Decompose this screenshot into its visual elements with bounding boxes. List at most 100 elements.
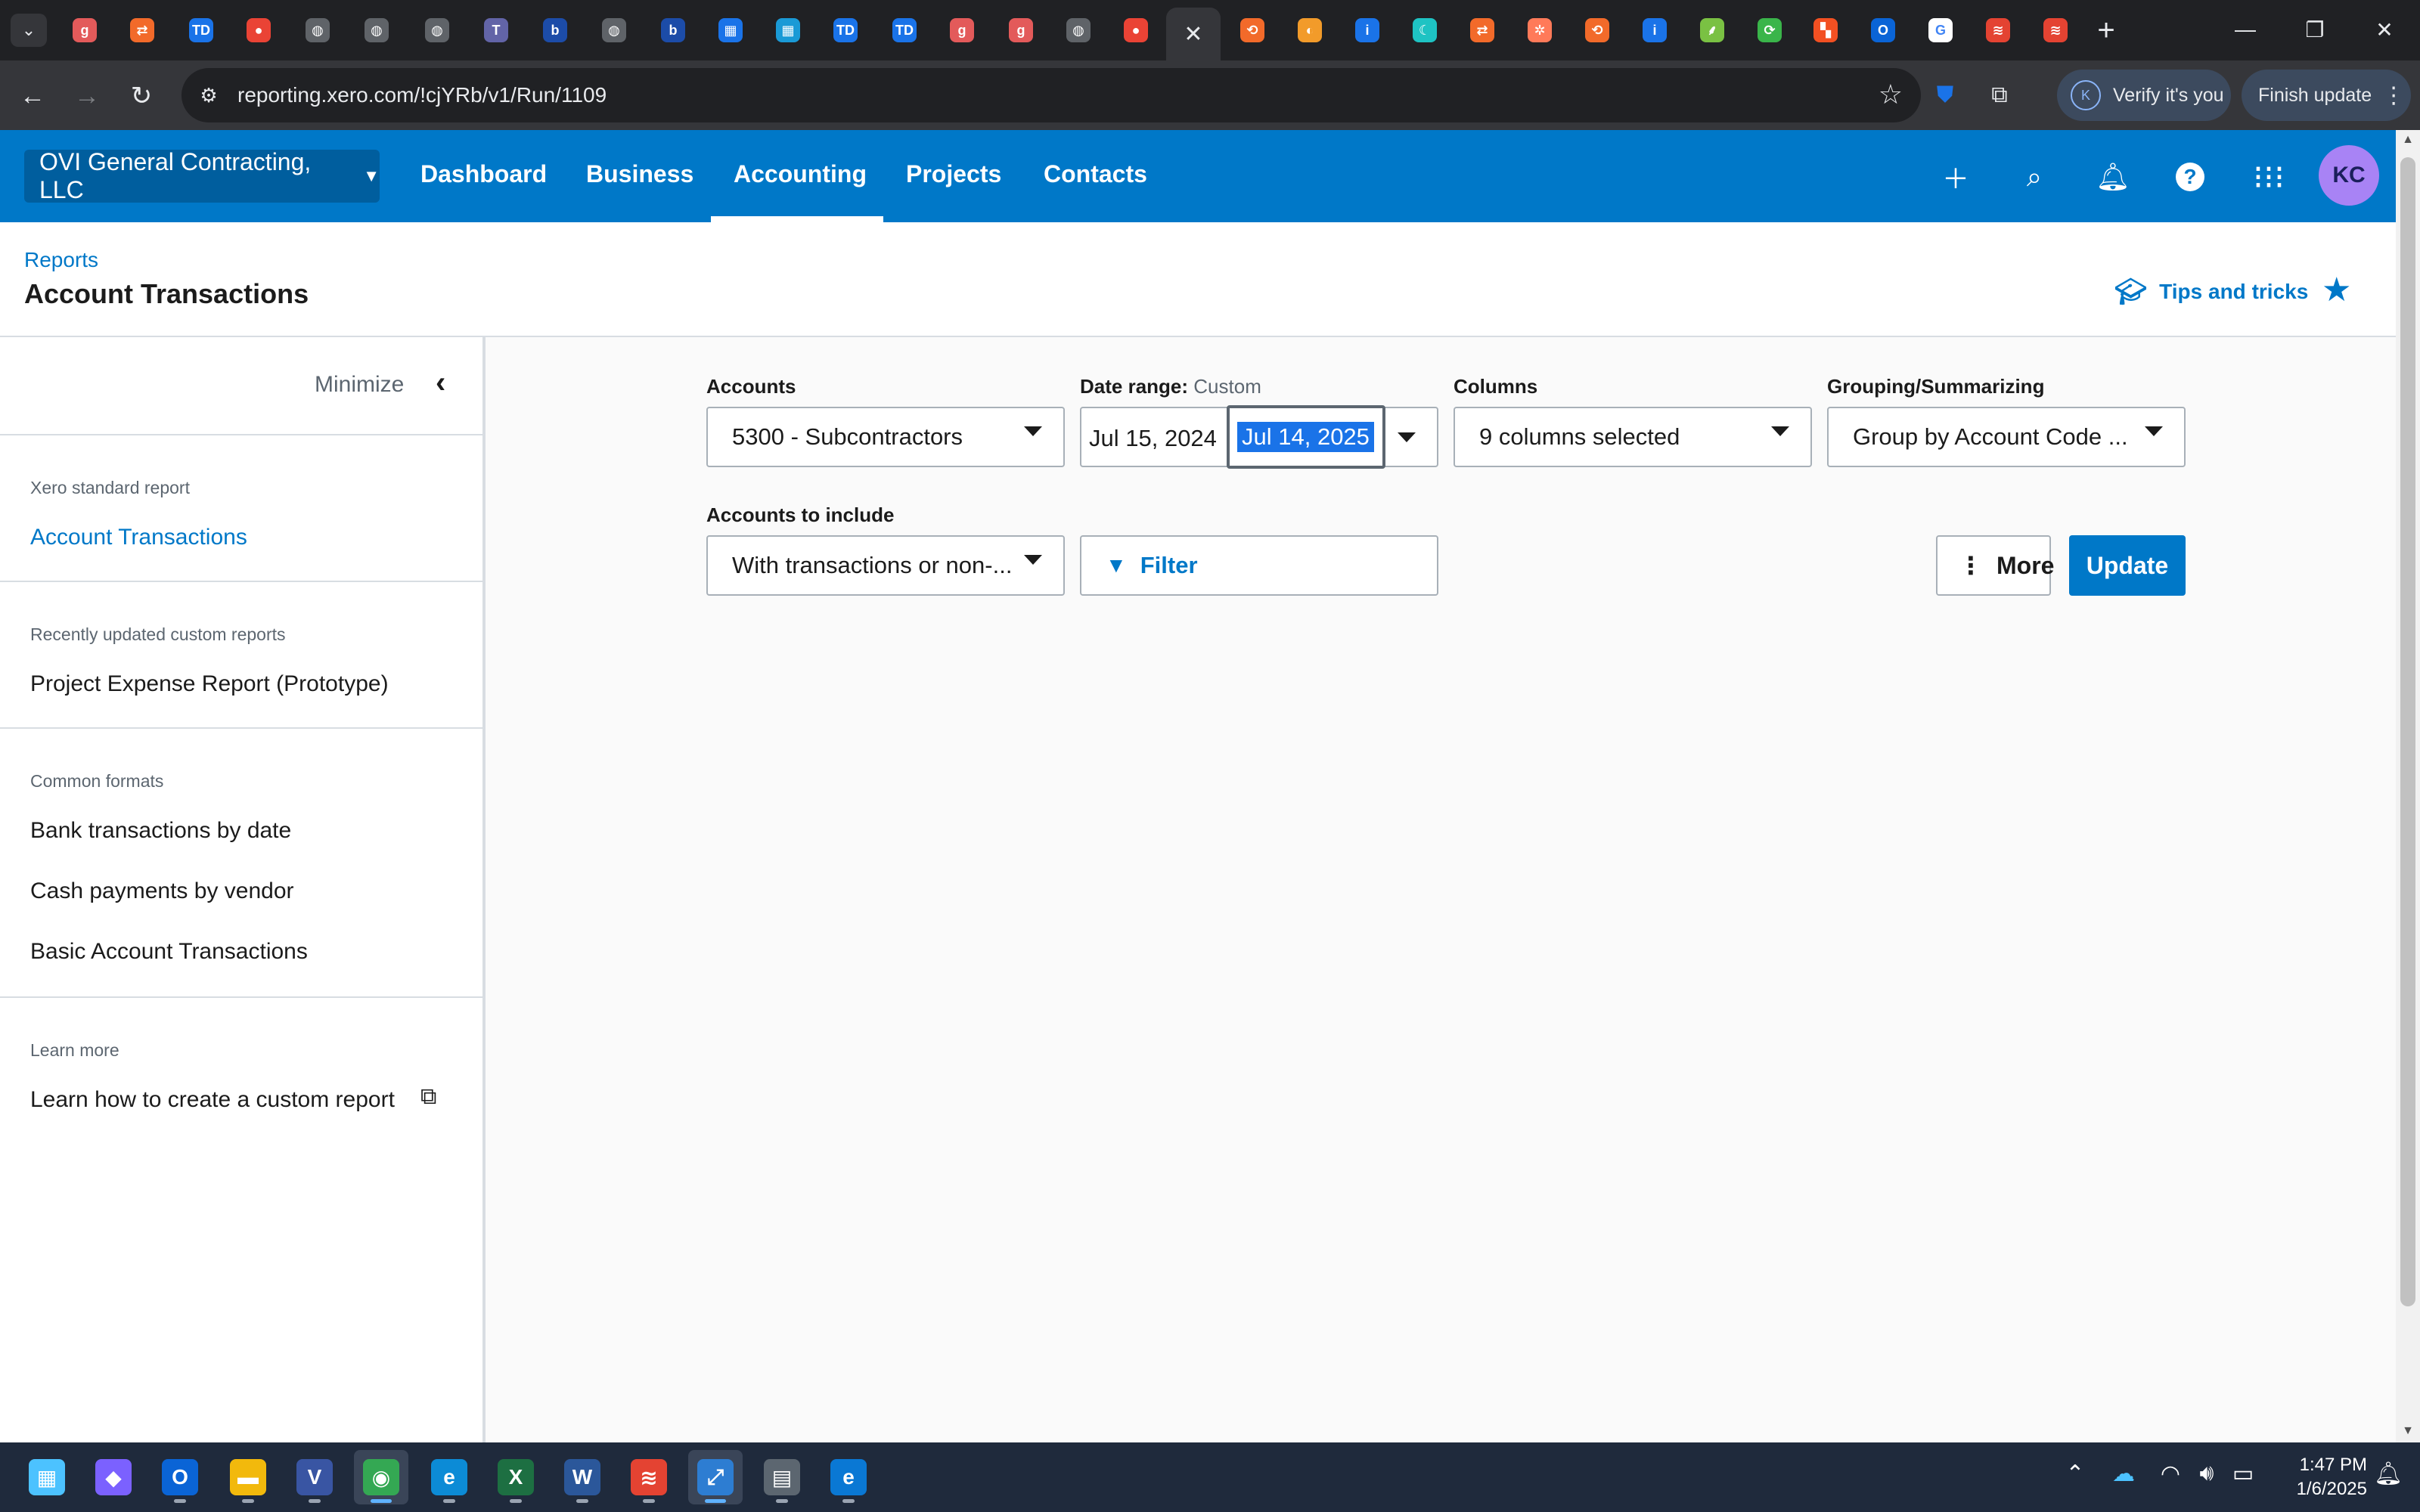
browser-tab[interactable]: TD: [823, 11, 868, 50]
chevron-left-icon[interactable]: ‹: [436, 366, 445, 400]
nav-contacts[interactable]: Contacts: [1044, 160, 1147, 188]
browser-tab[interactable]: O: [1860, 11, 1906, 50]
sidebar-item-bank-transactions-by-date[interactable]: Bank transactions by date: [30, 818, 291, 844]
update-button[interactable]: Update: [2069, 535, 2186, 596]
taskbar-app[interactable]: O: [153, 1450, 207, 1504]
browser-tab[interactable]: ≋: [2033, 11, 2078, 50]
browser-tab[interactable]: g: [62, 11, 107, 50]
shield-extension-icon[interactable]: ⛊: [1927, 77, 1963, 113]
reload-button[interactable]: ↻: [123, 77, 160, 115]
taskbar-app[interactable]: e: [422, 1450, 476, 1504]
browser-tab[interactable]: ◍: [295, 11, 340, 50]
taskbar-app[interactable]: e: [821, 1450, 876, 1504]
new-tab-button[interactable]: +: [2087, 14, 2125, 47]
browser-tab[interactable]: ▚: [1803, 11, 1848, 50]
favourite-star-icon[interactable]: ★: [2322, 271, 2351, 309]
taskbar-app[interactable]: V: [287, 1450, 342, 1504]
browser-tab[interactable]: ⇄: [1460, 11, 1505, 50]
back-button[interactable]: ←: [14, 77, 51, 115]
browser-tab[interactable]: ◍: [591, 11, 637, 50]
scrollbar-thumb[interactable]: [2400, 157, 2415, 1306]
browser-tab[interactable]: i: [1632, 11, 1677, 50]
search-icon[interactable]: ⌕: [2016, 159, 2052, 195]
nav-business[interactable]: Business: [586, 160, 693, 188]
extensions-puzzle-icon[interactable]: ⧉: [1981, 77, 2018, 113]
show-hidden-icons-chevron-icon[interactable]: ⌃: [2059, 1461, 2092, 1487]
taskbar-app[interactable]: ⤢: [688, 1450, 743, 1504]
browser-tab[interactable]: ✲: [1517, 11, 1562, 50]
sidebar-item-cash-payments-by-vendor[interactable]: Cash payments by vendor: [30, 878, 294, 904]
browser-tab[interactable]: T: [473, 11, 519, 50]
taskbar-app[interactable]: X: [489, 1450, 543, 1504]
verify-identity-button[interactable]: K Verify it's you: [2057, 70, 2231, 121]
nav-accounting[interactable]: Accounting: [734, 160, 867, 188]
browser-tab[interactable]: G: [1918, 11, 1963, 50]
browser-tab[interactable]: ⇄: [119, 11, 165, 50]
app-launcher-grid-icon[interactable]: ⁝⁝⁝: [2251, 159, 2287, 196]
browser-tab[interactable]: b: [650, 11, 696, 50]
bookmark-star-icon[interactable]: ☆: [1879, 79, 1903, 110]
scroll-down-arrow-icon[interactable]: ▼: [2400, 1424, 2415, 1438]
date-range-dropdown-icon[interactable]: [1398, 432, 1416, 442]
nav-projects[interactable]: Projects: [906, 160, 1001, 188]
breadcrumb-reports[interactable]: Reports: [24, 248, 98, 272]
browser-tab[interactable]: g: [998, 11, 1044, 50]
browser-tab[interactable]: ⟳: [1747, 11, 1792, 50]
sidebar-item-basic-account-transactions[interactable]: Basic Account Transactions: [30, 939, 308, 965]
tips-and-tricks-link[interactable]: 🎓︎ Tips and tricks: [2114, 277, 2308, 307]
browser-tab[interactable]: TD: [178, 11, 224, 50]
organisation-switcher[interactable]: OVI General Contracting, LLC ▼: [24, 148, 380, 203]
browser-tab[interactable]: ◍: [414, 11, 460, 50]
notification-bell-icon[interactable]: 🔔︎: [2372, 1461, 2405, 1487]
help-icon[interactable]: ?: [2172, 159, 2208, 195]
taskbar-app[interactable]: ≋: [622, 1450, 676, 1504]
minimize-sidebar-row[interactable]: Minimize ‹: [0, 337, 482, 435]
browser-tab[interactable]: b: [532, 11, 578, 50]
taskbar-app[interactable]: ◆: [86, 1450, 141, 1504]
taskbar-app[interactable]: ▦: [20, 1450, 74, 1504]
tab-search-menu-button[interactable]: ⌄: [11, 14, 47, 47]
sidebar-item-account-transactions[interactable]: Account Transactions: [30, 525, 247, 550]
date-to-field[interactable]: Jul 14, 2025: [1227, 405, 1385, 469]
page-scrollbar[interactable]: ▲ ▼: [2396, 130, 2420, 1442]
browser-tab[interactable]: ◍: [1056, 11, 1101, 50]
taskbar-app[interactable]: ◉: [354, 1450, 408, 1504]
site-settings-icon[interactable]: ⚙: [195, 82, 222, 109]
columns-select[interactable]: 9 columns selected: [1454, 407, 1812, 467]
taskbar-app[interactable]: ▤: [755, 1450, 809, 1504]
forward-button[interactable]: →: [68, 77, 106, 115]
taskbar-app[interactable]: W: [555, 1450, 610, 1504]
filter-button[interactable]: ▼ Filter: [1080, 535, 1438, 596]
accounts-select[interactable]: 5300 - Subcontractors: [706, 407, 1065, 467]
accounts-to-include-select[interactable]: With transactions or non-...: [706, 535, 1065, 596]
browser-tab[interactable]: ⟲: [1575, 11, 1620, 50]
date-to-input-selected[interactable]: Jul 14, 2025: [1237, 422, 1374, 452]
browser-tab[interactable]: ▦: [765, 11, 811, 50]
browser-tab[interactable]: i: [1345, 11, 1390, 50]
create-new-plus-icon[interactable]: ＋: [1938, 159, 1974, 195]
browser-tab[interactable]: ●: [236, 11, 281, 50]
notifications-bell-icon[interactable]: 🔔︎: [2095, 159, 2131, 195]
browser-tab[interactable]: ✕: [1166, 8, 1221, 60]
onedrive-cloud-icon[interactable]: ☁: [2107, 1461, 2140, 1487]
grouping-select[interactable]: Group by Account Code ...: [1827, 407, 2186, 467]
browser-tab[interactable]: ⸙: [1689, 11, 1735, 50]
finish-update-button[interactable]: Finish update ⋮: [2242, 70, 2411, 121]
browser-tab[interactable]: ◍: [354, 11, 399, 50]
browser-tab[interactable]: g: [939, 11, 985, 50]
browser-tab[interactable]: ◐: [1287, 11, 1333, 50]
user-avatar[interactable]: KC: [2319, 145, 2379, 206]
date-from-input[interactable]: Jul 15, 2024: [1089, 425, 1217, 452]
browser-tab[interactable]: TD: [882, 11, 927, 50]
restore-window-button[interactable]: ❐: [2288, 11, 2341, 48]
taskbar-app[interactable]: ▬: [221, 1450, 275, 1504]
system-clock[interactable]: 1:47 PM 1/6/2025: [2276, 1453, 2367, 1501]
close-window-button[interactable]: ✕: [2358, 11, 2411, 48]
sidebar-item-learn-custom-report[interactable]: Learn how to create a custom report: [30, 1087, 395, 1113]
more-options-button[interactable]: ⋮ More: [1936, 535, 2054, 596]
close-icon[interactable]: ✕: [1181, 22, 1205, 47]
scroll-up-arrow-icon[interactable]: ▲: [2400, 133, 2415, 147]
address-bar[interactable]: ⚙ reporting.xero.com/!cjYRb/v1/Run/1109 …: [182, 68, 1921, 122]
browser-tab[interactable]: ●: [1113, 11, 1159, 50]
volume-icon[interactable]: 🔊︎: [2190, 1461, 2223, 1486]
